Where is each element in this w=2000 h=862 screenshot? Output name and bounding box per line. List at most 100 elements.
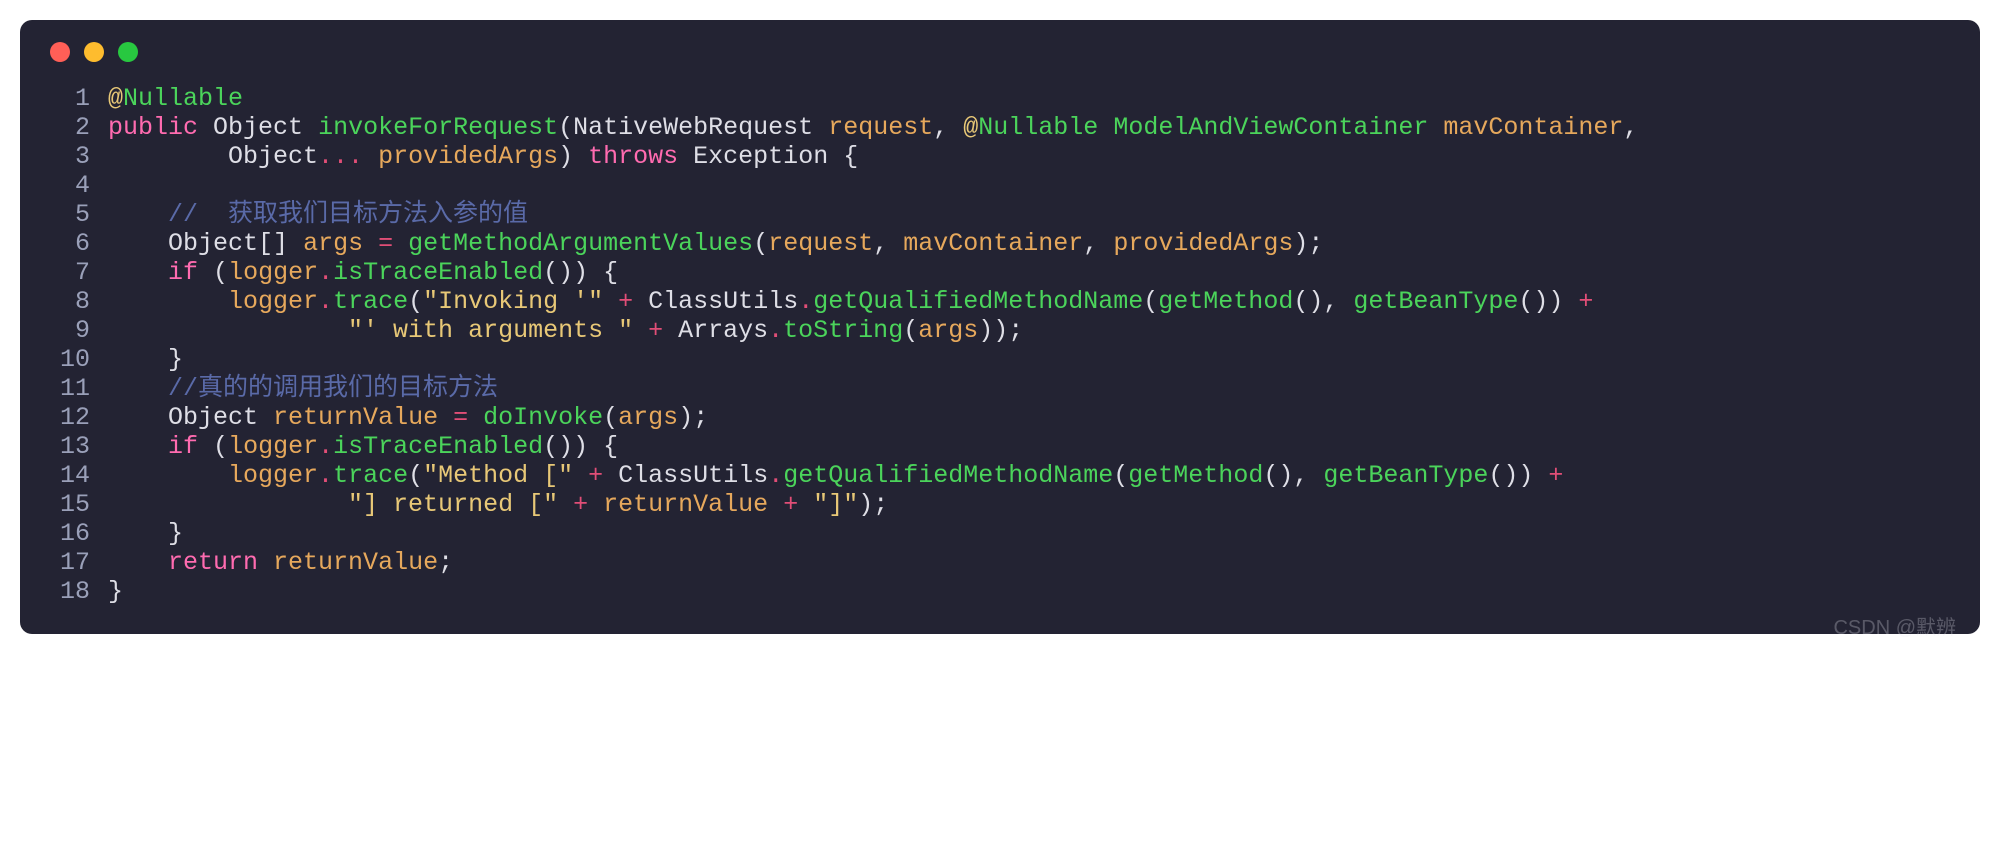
token: ()) — [1488, 461, 1533, 490]
line-content: Object returnValue = doInvoke(args); — [108, 403, 1958, 432]
traffic-lights — [42, 38, 1958, 84]
token: ( — [213, 258, 228, 287]
token: @ — [108, 84, 123, 113]
token: ) — [558, 142, 573, 171]
line-number: 11 — [42, 374, 108, 403]
line-content: logger.trace("Invoking '" + ClassUtils.g… — [108, 287, 1958, 316]
token: getMethodArgumentValues — [408, 229, 753, 258]
token: return — [168, 548, 258, 577]
token: mavContainer — [1443, 113, 1623, 142]
token: logger — [228, 287, 318, 316]
token: NativeWebRequest — [573, 113, 813, 142]
code-line: 14 logger.trace("Method [" + ClassUtils.… — [42, 461, 1958, 490]
token: + — [783, 490, 798, 519]
token: Arrays — [678, 316, 768, 345]
token: public — [108, 113, 198, 142]
code-line: 6 Object[] args = getMethodArgumentValue… — [42, 229, 1958, 258]
token — [633, 287, 648, 316]
token: ()) — [543, 432, 588, 461]
line-content: "] returned [" + returnValue + "]"); — [108, 490, 1958, 519]
close-icon[interactable] — [50, 42, 70, 62]
token: @ — [963, 113, 978, 142]
code-line: 9 "' with arguments " + Arrays.toString(… — [42, 316, 1958, 345]
token: doInvoke — [483, 403, 603, 432]
token: } — [168, 345, 183, 374]
code-line: 12 Object returnValue = doInvoke(args); — [42, 403, 1958, 432]
token — [798, 490, 813, 519]
token: Object — [168, 403, 258, 432]
line-number: 12 — [42, 403, 108, 432]
token: if — [168, 258, 198, 287]
token: Nullable — [123, 84, 243, 113]
token: trace — [333, 461, 408, 490]
line-number: 6 — [42, 229, 108, 258]
token: ( — [903, 316, 918, 345]
token — [363, 229, 378, 258]
token: } — [108, 577, 123, 606]
token — [1308, 461, 1323, 490]
code-line: 5 // 获取我们目标方法入参的值 — [42, 200, 1958, 229]
token: + — [1548, 461, 1563, 490]
token — [108, 432, 168, 461]
line-content: if (logger.isTraceEnabled()) { — [108, 258, 1958, 287]
token — [108, 287, 228, 316]
code-line: 3 Object... providedArgs) throws Excepti… — [42, 142, 1958, 171]
token — [288, 229, 303, 258]
token — [603, 287, 618, 316]
token: providedArgs — [1113, 229, 1293, 258]
token — [1533, 461, 1548, 490]
token — [768, 490, 783, 519]
token: ( — [1113, 461, 1128, 490]
token — [1098, 113, 1113, 142]
token: //真的的调用我们的目标方法 — [168, 374, 498, 403]
code-line: 1@Nullable — [42, 84, 1958, 113]
token — [108, 200, 168, 229]
token — [438, 403, 453, 432]
line-number: 7 — [42, 258, 108, 287]
token — [588, 490, 603, 519]
token: returnValue — [273, 403, 438, 432]
token: { — [603, 258, 618, 287]
token: . — [318, 258, 333, 287]
line-number: 8 — [42, 287, 108, 316]
token: getMethod — [1158, 287, 1293, 316]
token — [258, 403, 273, 432]
token: request — [828, 113, 933, 142]
token — [588, 432, 603, 461]
maximize-icon[interactable] — [118, 42, 138, 62]
token: ( — [603, 403, 618, 432]
token — [468, 403, 483, 432]
token: isTraceEnabled — [333, 432, 543, 461]
token: throws — [588, 142, 678, 171]
token: args — [303, 229, 363, 258]
token: [] — [258, 229, 288, 258]
token: + — [588, 461, 603, 490]
watermark-text: CSDN @默辨 — [1833, 611, 1956, 640]
token — [108, 142, 228, 171]
line-number: 10 — [42, 345, 108, 374]
token: Object — [213, 113, 303, 142]
code-line: 15 "] returned [" + returnValue + "]"); — [42, 490, 1958, 519]
token: Object — [168, 229, 258, 258]
token: args — [918, 316, 978, 345]
token: "Invoking '" — [423, 287, 603, 316]
token: { — [843, 142, 858, 171]
minimize-icon[interactable] — [84, 42, 104, 62]
token: request — [768, 229, 873, 258]
token: , — [933, 113, 948, 142]
token: logger — [228, 258, 318, 287]
line-number: 13 — [42, 432, 108, 461]
code-line: 17 return returnValue; — [42, 548, 1958, 577]
line-number: 5 — [42, 200, 108, 229]
token — [1098, 229, 1113, 258]
token — [108, 316, 348, 345]
line-content: // 获取我们目标方法入参的值 — [108, 200, 1958, 229]
line-number: 16 — [42, 519, 108, 548]
token: returnValue — [273, 548, 438, 577]
token: logger — [228, 432, 318, 461]
token: getBeanType — [1353, 287, 1518, 316]
token: } — [168, 519, 183, 548]
token: toString — [783, 316, 903, 345]
token: . — [318, 432, 333, 461]
token: if — [168, 432, 198, 461]
